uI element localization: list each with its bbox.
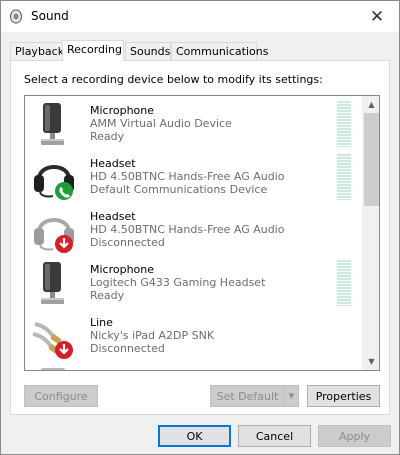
chevron-down-icon: ▼: [368, 357, 375, 366]
scroll-up-button[interactable]: ▲: [363, 96, 379, 113]
apply-button[interactable]: Apply: [318, 425, 391, 447]
configure-button[interactable]: Configure: [24, 385, 98, 407]
list-item[interactable]: Line Nicky's iPad A2DP SNK Disconnected: [25, 310, 363, 363]
tab-playback[interactable]: Playback: [10, 42, 64, 60]
list-item[interactable]: Headset HD 4.50BTNC Hands-Free AG Audio …: [25, 151, 363, 204]
headset-icon: [34, 218, 74, 253]
set-default-label: Set Default: [216, 389, 279, 403]
device-name: Microphone: [90, 104, 155, 117]
tab-sounds[interactable]: Sounds: [125, 42, 171, 60]
properties-button[interactable]: Properties: [307, 385, 380, 407]
tab-communications[interactable]: Communications: [171, 42, 268, 60]
properties-label: Properties: [315, 389, 372, 403]
device-info: Headset HD 4.50BTNC Hands-Free AG Audio …: [90, 210, 285, 249]
cancel-button[interactable]: Cancel: [238, 425, 311, 447]
configure-label: Configure: [34, 389, 88, 403]
device-detail: AMM Virtual Audio Device: [90, 117, 232, 130]
recording-panel: Select a recording device below to modif…: [10, 60, 390, 415]
set-default-button[interactable]: Set Default: [210, 385, 285, 407]
device-list[interactable]: Microphone AMM Virtual Audio Device Read…: [24, 95, 380, 371]
device-info: Line Nicky's iPad A2DP SNK Disconnected: [90, 316, 214, 355]
device-status: Disconnected: [90, 236, 165, 249]
close-icon: ✕: [369, 6, 385, 27]
level-meter: [337, 260, 351, 306]
device-status: Ready: [90, 289, 125, 302]
device-status: Ready: [90, 130, 125, 143]
list-item[interactable]: Microphone AMM Virtual Audio Device Read…: [25, 98, 363, 151]
device-info: Microphone Logitech G433 Gaming Headset …: [90, 263, 265, 302]
device-detail: Logitech G433 Gaming Headset: [90, 276, 266, 289]
microphone-icon: [41, 103, 64, 145]
speaker-icon: [10, 9, 22, 24]
instruction-text: Select a recording device below to modif…: [24, 73, 323, 86]
scroll-thumb[interactable]: [364, 113, 379, 206]
tab-recording[interactable]: Recording: [62, 40, 124, 61]
list-item[interactable]: Headset HD 4.50BTNC Hands-Free AG Audio …: [25, 204, 363, 257]
line-in-icon: [32, 322, 73, 359]
vertical-scrollbar[interactable]: ▲ ▼: [362, 96, 379, 370]
device-name: Microphone: [90, 263, 155, 276]
headset-icon: [34, 165, 74, 200]
window-title: Sound: [31, 9, 69, 23]
sound-dialog: Sound ✕ Playback Recording Sounds Commun…: [0, 0, 400, 455]
device-name: Headset: [90, 210, 136, 223]
device-name: Line: [90, 316, 113, 329]
device-detail: Nicky's iPad A2DP SNK: [90, 329, 215, 342]
microphone-icon: [41, 262, 64, 304]
level-meter: [337, 101, 351, 147]
title-bar[interactable]: Sound ✕: [1, 1, 399, 32]
apply-label: Apply: [338, 429, 371, 443]
device-info: Headset HD 4.50BTNC Hands-Free AG Audio …: [90, 157, 285, 196]
device-detail: HD 4.50BTNC Hands-Free AG Audio: [90, 170, 285, 183]
chevron-down-icon: ▼: [288, 392, 295, 400]
cancel-label: Cancel: [255, 429, 294, 443]
list-item[interactable]: [25, 363, 363, 370]
device-icon: [41, 368, 65, 370]
device-status: Disconnected: [90, 342, 165, 355]
device-status: Default Communications Device: [90, 183, 268, 196]
ok-button[interactable]: OK: [158, 425, 231, 447]
list-item[interactable]: Microphone Logitech G433 Gaming Headset …: [25, 257, 363, 310]
close-button[interactable]: ✕: [355, 1, 399, 32]
device-name: Headset: [90, 157, 136, 170]
chevron-up-icon: ▲: [368, 100, 375, 109]
scroll-down-button[interactable]: ▼: [363, 353, 379, 370]
ok-label: OK: [186, 429, 203, 443]
level-meter: [337, 154, 351, 200]
phone-badge-icon: [55, 182, 73, 200]
set-default-dropdown[interactable]: ▼: [284, 385, 299, 407]
device-detail: HD 4.50BTNC Hands-Free AG Audio: [90, 223, 285, 236]
device-info: Microphone AMM Virtual Audio Device Read…: [90, 104, 232, 143]
